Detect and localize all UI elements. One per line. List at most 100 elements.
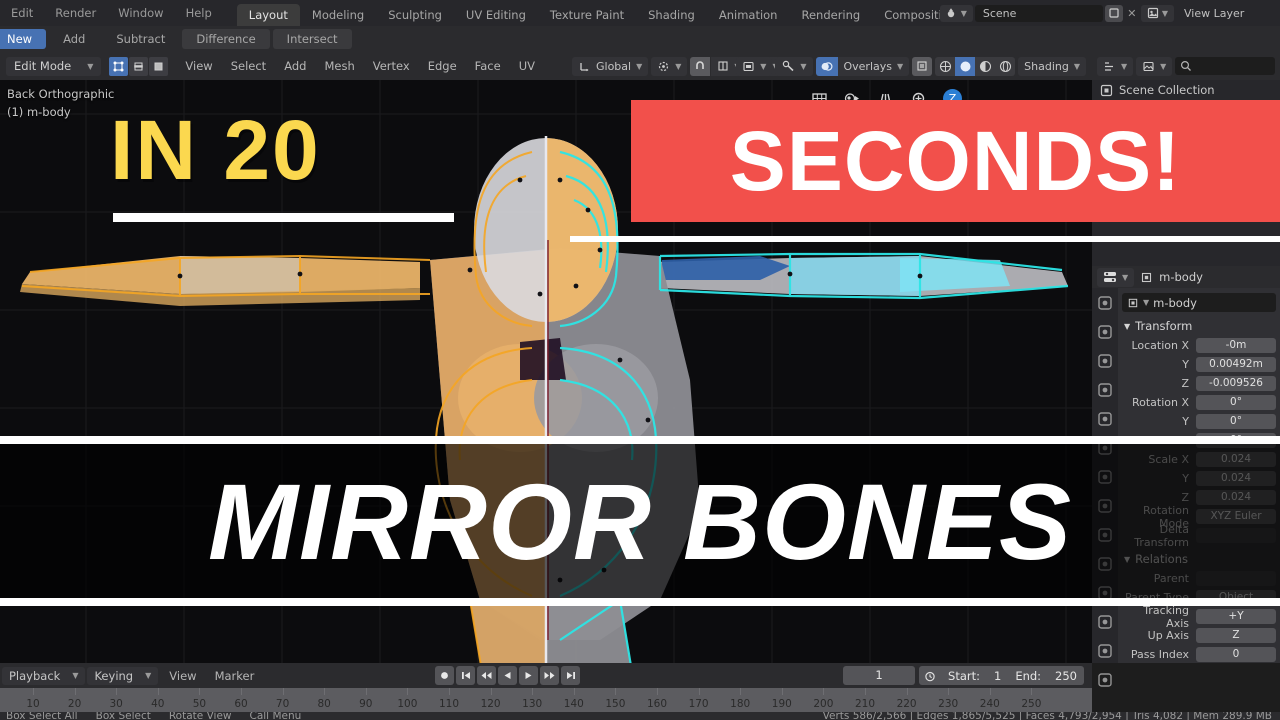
relations-value-2[interactable]: +Y xyxy=(1196,609,1276,624)
boolean-new-button[interactable]: New xyxy=(0,29,47,49)
topbar-menu-1[interactable]: Render xyxy=(44,0,107,26)
jump-next-keyframe-icon[interactable] xyxy=(540,666,559,685)
playback-dropdown[interactable]: Playback ▼ xyxy=(2,666,86,685)
outliner-display-mode-dropdown[interactable]: ▼ xyxy=(1097,56,1134,76)
viewport-menu-2[interactable]: Add xyxy=(275,52,315,80)
viewport-menu-5[interactable]: Edge xyxy=(419,52,466,80)
outliner-row-scene-collection[interactable]: Scene Collection xyxy=(1092,80,1280,100)
tool-icon[interactable] xyxy=(1096,294,1114,312)
viewport-menu-0[interactable]: View xyxy=(176,52,221,80)
shading-dropdown[interactable]: Shading ▼ xyxy=(1018,56,1086,76)
record-icon[interactable] xyxy=(435,666,454,685)
workspace-tab-texture-paint[interactable]: Texture Paint xyxy=(538,4,636,26)
transform-panel-label: Transform xyxy=(1135,319,1193,333)
timeline-tick-label-170: 170 xyxy=(688,698,709,710)
transform-panel-title[interactable]: ▼ Transform xyxy=(1124,319,1276,333)
visibility-filter-dropdown[interactable]: ▼ xyxy=(736,56,773,76)
workspace-tab-sculpting[interactable]: Sculpting xyxy=(376,4,454,26)
wireframe-shading-icon[interactable] xyxy=(935,56,956,76)
boolean-add-button[interactable]: Add xyxy=(49,29,99,49)
material-icon[interactable] xyxy=(1096,671,1114,689)
timeline-tick xyxy=(490,688,492,695)
properties-editor-type-dropdown[interactable]: ▼ xyxy=(1097,267,1135,287)
constraints-icon[interactable] xyxy=(1096,613,1114,631)
view-layer-icon[interactable] xyxy=(1096,381,1114,399)
play-reverse-icon[interactable] xyxy=(498,666,517,685)
play-icon[interactable] xyxy=(519,666,538,685)
viewport-menu-1[interactable]: Select xyxy=(222,52,275,80)
new-scene-icon[interactable] xyxy=(1104,4,1123,22)
workspace-tab-modeling[interactable]: Modeling xyxy=(300,4,376,26)
auto-keying-icon[interactable] xyxy=(919,670,941,682)
boolean-difference-button[interactable]: Difference xyxy=(182,29,270,49)
jump-to-end-icon[interactable] xyxy=(561,666,580,685)
transform-value-1[interactable]: 0.00492m xyxy=(1196,357,1276,372)
topbar-menu-3[interactable]: Help xyxy=(175,0,223,26)
transform-orientation-dropdown[interactable]: Global ▼ xyxy=(571,56,649,76)
workspace-tab-rendering[interactable]: Rendering xyxy=(789,4,872,26)
xray-toggle-icon[interactable] xyxy=(912,56,933,76)
vertex-select-icon[interactable] xyxy=(109,56,129,76)
topbar-menu-0[interactable]: Edit xyxy=(0,0,44,26)
overlays-dropdown[interactable]: Overlays ▼ xyxy=(837,56,910,76)
view-layer-icon-button[interactable]: ▼ xyxy=(1140,4,1174,22)
scene-icon-button[interactable]: ▼ xyxy=(939,4,973,22)
outliner-filter-dropdown[interactable]: ▼ xyxy=(1136,56,1173,76)
solid-shading-icon[interactable] xyxy=(955,56,976,76)
output-icon[interactable] xyxy=(1096,352,1114,370)
unlink-x-icon[interactable]: ✕ xyxy=(1125,7,1139,20)
mode-dropdown[interactable]: Edit Mode ▼ xyxy=(6,56,102,76)
scene-name-field[interactable]: Scene xyxy=(974,4,1103,22)
workspace-tab-animation[interactable]: Animation xyxy=(707,4,790,26)
transform-value-2[interactable]: -0.009526 xyxy=(1196,376,1276,391)
rendered-shading-icon[interactable] xyxy=(995,56,1016,76)
timeline-tick-label-150: 150 xyxy=(605,698,626,710)
transform-value-3[interactable]: 0° xyxy=(1196,395,1276,410)
timeline-menu-0[interactable]: View xyxy=(160,669,205,683)
timeline-tick-label-70: 70 xyxy=(275,698,290,710)
view-layer-name-field[interactable]: View Layer xyxy=(1176,5,1276,22)
transform-row: Y 0° xyxy=(1122,413,1276,430)
workspace-tab-shading[interactable]: Shading xyxy=(636,4,707,26)
start-frame-label: Start: xyxy=(948,668,980,683)
jump-to-start-icon[interactable] xyxy=(456,666,475,685)
overlays-toggle-icon[interactable] xyxy=(815,56,838,76)
topbar-menu-2[interactable]: Window xyxy=(107,0,174,26)
object-name-field[interactable]: ▼ m-body xyxy=(1122,293,1276,312)
relations-value-3[interactable]: Z xyxy=(1196,628,1276,643)
workspace-tab-uv-editing[interactable]: UV Editing xyxy=(454,4,538,26)
timeline-tick-label-10: 10 xyxy=(26,698,40,710)
scene-icon[interactable] xyxy=(1096,410,1114,428)
tool-settings-row: NewAddSubtractDifferenceIntersect Mesh O… xyxy=(0,26,1280,72)
search-input[interactable] xyxy=(1175,57,1275,75)
render-icon[interactable] xyxy=(1096,323,1114,341)
timeline-tick xyxy=(906,688,908,695)
object-data-icon[interactable] xyxy=(1096,642,1114,660)
workspace-tab-layout[interactable]: Layout xyxy=(236,4,300,26)
snap-magnet-icon[interactable] xyxy=(690,56,711,76)
timeline-tick-label-200: 200 xyxy=(813,698,834,710)
gizmo-dropdown[interactable]: ▼ xyxy=(775,56,813,76)
transform-value-4[interactable]: 0° xyxy=(1196,414,1276,429)
transform-label-4: Y xyxy=(1182,415,1189,428)
viewport-menu-3[interactable]: Mesh xyxy=(315,52,363,80)
material-preview-icon[interactable] xyxy=(975,56,996,76)
current-frame-field[interactable]: 1 xyxy=(843,666,916,685)
boolean-subtract-button[interactable]: Subtract xyxy=(102,29,179,49)
end-frame-value[interactable]: 250 xyxy=(1048,669,1084,683)
transform-value-0[interactable]: -0m xyxy=(1196,338,1276,353)
face-select-icon[interactable] xyxy=(149,56,169,76)
edge-select-icon[interactable] xyxy=(129,56,149,76)
viewport-menu-4[interactable]: Vertex xyxy=(364,52,419,80)
start-frame-value[interactable]: 1 xyxy=(987,669,1008,683)
keying-dropdown[interactable]: Keying ▼ xyxy=(87,666,159,685)
timeline-tick xyxy=(823,688,825,695)
viewport-menu-7[interactable]: UV xyxy=(510,52,544,80)
timeline-menu-1[interactable]: Marker xyxy=(206,669,264,683)
overlay-band-bottom-rule xyxy=(0,598,1280,606)
relations-value-4[interactable]: 0 xyxy=(1196,647,1276,662)
pivot-point-dropdown[interactable]: ▼ xyxy=(651,56,688,76)
jump-prev-keyframe-icon[interactable] xyxy=(477,666,496,685)
viewport-menu-6[interactable]: Face xyxy=(466,52,510,80)
boolean-intersect-button[interactable]: Intersect xyxy=(272,29,352,49)
